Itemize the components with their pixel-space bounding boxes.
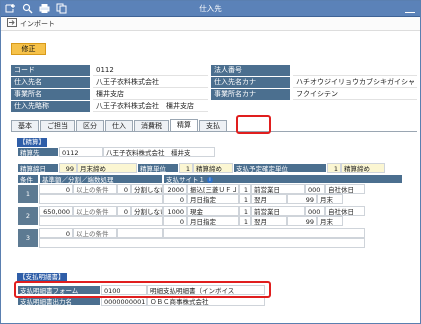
cond-row-no: 3 bbox=[17, 228, 39, 248]
pay-schedule-label: 支払予定確定単位 bbox=[233, 163, 327, 173]
settlement-close-day[interactable]: 99 bbox=[59, 163, 77, 173]
cond-header-no: 条件 bbox=[17, 174, 39, 184]
pay-schedule-text: 精算締め bbox=[341, 163, 385, 173]
settlement-unit-label: 精算単位 bbox=[137, 163, 179, 173]
tab-highlight bbox=[236, 115, 271, 134]
cond-month-text: 翌月 bbox=[251, 216, 287, 226]
cond-month-code[interactable]: 1 bbox=[239, 216, 251, 226]
cond-amount[interactable]: 650,000 bbox=[39, 206, 73, 216]
cond-date-text: 月日指定 bbox=[187, 194, 239, 204]
import-label: インポート bbox=[20, 19, 55, 28]
cond-header-basis: 基準額／分割／端数処理 bbox=[39, 174, 163, 184]
info-icon[interactable]: i bbox=[207, 177, 213, 183]
title-bar: 仕入先 bbox=[1, 1, 420, 17]
cond-header-site: 支払サイト１ i bbox=[163, 174, 403, 184]
cond-div-code[interactable]: 0 bbox=[117, 206, 131, 216]
settlement-unit-text: 精算締め bbox=[193, 163, 233, 173]
cond-method-code[interactable]: 1000 bbox=[163, 206, 187, 216]
supplier-name-value[interactable]: 八王子衣料株式会社 bbox=[93, 77, 208, 88]
office-kana-label: 事業所名カナ bbox=[211, 89, 291, 100]
new-icon[interactable] bbox=[5, 3, 16, 14]
office-label: 事業所名 bbox=[11, 89, 91, 100]
cond-header-site-text: 支払サイト１ bbox=[166, 176, 205, 184]
cond-day-code[interactable]: 99 bbox=[287, 194, 317, 204]
cond-date-text: 月日指定 bbox=[187, 216, 239, 226]
minimize-button[interactable] bbox=[405, 4, 415, 13]
corp-number-label: 法人番号 bbox=[211, 65, 291, 76]
cond-amount[interactable]: 0 bbox=[39, 228, 73, 238]
supplier-window: 仕入先 インポート 修正 コード 0112 法人番号 仕入先名 八王子衣料株式会… bbox=[0, 0, 421, 324]
pay-schedule-code[interactable]: 1 bbox=[327, 163, 341, 173]
cond-amount[interactable]: 0 bbox=[39, 184, 73, 194]
cond-month-text: 翌月 bbox=[251, 194, 287, 204]
cond-above-text: 以上の条件 bbox=[73, 228, 117, 238]
import-icon bbox=[7, 18, 17, 29]
import-bar[interactable]: インポート bbox=[1, 17, 420, 31]
cond-method-text: 現金 bbox=[187, 206, 239, 216]
cond-date-code[interactable]: 0 bbox=[163, 216, 187, 226]
settlement-dest-name: 八王子衣料株式会社 橿井支 bbox=[103, 147, 215, 157]
print-icon[interactable] bbox=[39, 3, 50, 14]
cond-day-text: 月末 bbox=[317, 194, 343, 204]
cond-method-code[interactable]: 2000 bbox=[163, 184, 187, 194]
cond-div-text: 分割しない bbox=[131, 206, 163, 216]
cond-day-code[interactable]: 99 bbox=[287, 216, 317, 226]
code-value[interactable]: 0112 bbox=[93, 65, 208, 76]
corp-number-value[interactable] bbox=[293, 65, 417, 76]
short-name-label: 仕入先略称 bbox=[11, 101, 91, 112]
cond-calendar-text: 自社休日 bbox=[325, 206, 365, 216]
cond-holiday-text: 前営業日 bbox=[251, 206, 305, 216]
cond-row-no: 2 bbox=[17, 206, 39, 226]
cond-blank bbox=[39, 238, 365, 248]
tab-bar: 基本 ご担当 区分 仕入 消費税 精算 支払 bbox=[11, 118, 228, 132]
supplier-kana-label: 仕入先名カナ bbox=[211, 77, 291, 88]
tab-divider bbox=[11, 131, 417, 132]
office-kana-value[interactable]: フクイシテン bbox=[293, 89, 417, 100]
mode-badge: 修正 bbox=[11, 43, 46, 55]
cond-site-blank[interactable] bbox=[163, 228, 365, 238]
short-name-value[interactable]: 八王子衣料株式会社 橿井支店 bbox=[93, 101, 208, 112]
cond-date-code[interactable]: 0 bbox=[163, 194, 187, 204]
cond-div-code[interactable] bbox=[117, 228, 163, 238]
supplier-kana-value[interactable]: ハチオウジイリョウカブシキガイシャ bbox=[293, 77, 417, 88]
cond-div-code[interactable]: 0 bbox=[117, 184, 131, 194]
supplier-name-label: 仕入先名 bbox=[11, 77, 91, 88]
cond-above-text: 以上の条件 bbox=[73, 206, 117, 216]
settlement-section-title: 【精算】 bbox=[17, 138, 47, 147]
settlement-close-label: 精算締日 bbox=[17, 163, 59, 173]
cond-above-text: 以上の条件 bbox=[73, 184, 117, 194]
cond-month-code[interactable]: 1 bbox=[239, 194, 251, 204]
search-icon[interactable] bbox=[22, 3, 33, 14]
settlement-close-text: 月末締め bbox=[77, 163, 137, 173]
cond-day-text: 月末 bbox=[317, 216, 343, 226]
settlement-dest-code[interactable]: 0112 bbox=[59, 147, 103, 157]
cond-div-text: 分割しない bbox=[131, 184, 163, 194]
cond-calendar-text: 自社休日 bbox=[325, 184, 365, 194]
cond-calendar-code[interactable]: 000 bbox=[305, 184, 325, 194]
cond-holiday-text: 前営業日 bbox=[251, 184, 305, 194]
cond-method-text: 振込[三菱ＵＦＪ bbox=[187, 184, 239, 194]
cond-holiday-code[interactable]: 1 bbox=[239, 184, 251, 194]
settlement-dest-label: 精算先 bbox=[17, 147, 59, 157]
cond-holiday-code[interactable]: 1 bbox=[239, 206, 251, 216]
cond-row-no: 1 bbox=[17, 184, 39, 204]
cond-blank bbox=[39, 216, 163, 226]
code-label: コード bbox=[11, 65, 91, 76]
settlement-unit-code[interactable]: 1 bbox=[179, 163, 193, 173]
statement-form-highlight bbox=[14, 281, 271, 298]
copy-icon[interactable] bbox=[56, 3, 67, 14]
cond-calendar-code[interactable]: 000 bbox=[305, 206, 325, 216]
office-value[interactable]: 橿井支店 bbox=[93, 89, 208, 100]
cond-blank bbox=[39, 194, 163, 204]
